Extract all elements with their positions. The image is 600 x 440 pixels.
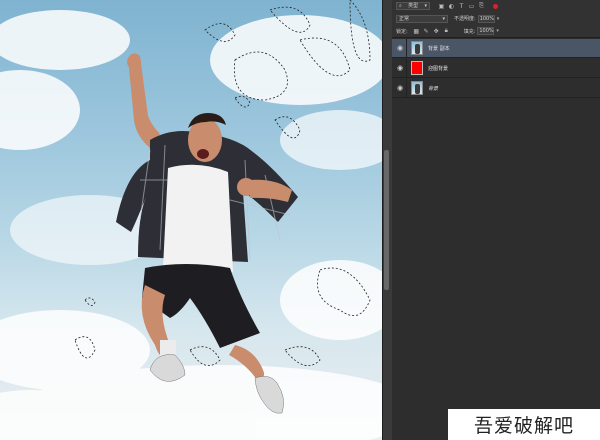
layer-filter-bar: ⌕ 类型 ▾ ▣ ◐ T ▭ ⎘ <box>392 0 600 12</box>
blend-mode-select[interactable]: 正常 ▾ <box>396 14 448 23</box>
vertical-scrollbar[interactable] <box>384 150 389 290</box>
opacity-dropdown-icon[interactable]: ▾ <box>497 16 500 22</box>
filter-toggle-icon[interactable] <box>493 3 498 9</box>
filter-kind-select[interactable]: ⌕ 类型 ▾ <box>396 2 430 10</box>
layer-name: 背景 <box>428 85 439 92</box>
layer-divider <box>406 58 407 78</box>
lock-all-icon[interactable]: 🔒︎ <box>443 27 450 35</box>
lock-move-icon[interactable]: ✥ <box>433 28 440 35</box>
photo-jumping-man <box>0 0 382 440</box>
eye-icon[interactable]: ◉ <box>394 84 406 92</box>
adjustment-filter-icon[interactable]: ◐ <box>448 3 455 10</box>
blend-mode-value: 正常 <box>399 15 410 22</box>
image-filter-icon[interactable]: ▣ <box>438 3 445 10</box>
layer-row-background[interactable]: ◉ 背景 <box>392 78 600 98</box>
lock-brush-icon[interactable]: ✎ <box>423 28 430 35</box>
layer-row-red-fill[interactable]: ◉ 迎图背景 <box>392 58 600 78</box>
lock-bar: 锁定: ▦ ✎ ✥ 🔒︎ 填充: 100% ▾ <box>392 25 600 38</box>
layer-row-background-copy[interactable]: ◉ 背景 副本 <box>392 38 600 58</box>
filter-kind-label: 类型 <box>408 3 419 9</box>
watermark-text: 吾爱破解吧 <box>473 415 574 437</box>
layer-divider <box>406 78 407 98</box>
lock-transparent-icon[interactable]: ▦ <box>413 28 420 35</box>
search-icon: ⌕ <box>399 3 402 9</box>
lock-label: 锁定: <box>396 28 408 35</box>
layer-thumbnail <box>411 61 423 75</box>
eye-icon[interactable]: ◉ <box>394 44 406 52</box>
opacity-label: 不透明度: <box>454 16 476 22</box>
text-filter-icon[interactable]: T <box>458 3 465 10</box>
blend-bar: 正常 ▾ 不透明度: 100% ▾ <box>392 12 600 25</box>
eye-icon[interactable]: ◉ <box>394 64 406 72</box>
chevron-down-icon: ▾ <box>424 3 427 9</box>
layer-thumbnail <box>411 81 423 95</box>
fill-dropdown-icon[interactable]: ▾ <box>496 28 499 34</box>
fill-label: 填充: <box>463 28 476 35</box>
smart-object-filter-icon[interactable]: ⎘ <box>478 2 485 10</box>
shape-filter-icon[interactable]: ▭ <box>468 3 475 10</box>
chevron-down-icon: ▾ <box>442 15 445 22</box>
layer-name: 背景 副本 <box>428 45 450 52</box>
opacity-field[interactable]: 100% <box>477 14 495 23</box>
layer-divider <box>406 38 407 58</box>
document-canvas[interactable] <box>0 0 382 440</box>
watermark: 吾爱破解吧 <box>448 409 600 440</box>
layer-name: 迎图背景 <box>428 65 449 72</box>
layer-thumbnail <box>411 41 423 55</box>
fill-field[interactable]: 100% <box>477 27 495 35</box>
layers-panel: ⌕ 类型 ▾ ▣ ◐ T ▭ ⎘ 正常 ▾ 不透明度: 100% ▾ 锁定: ▦… <box>392 0 600 440</box>
